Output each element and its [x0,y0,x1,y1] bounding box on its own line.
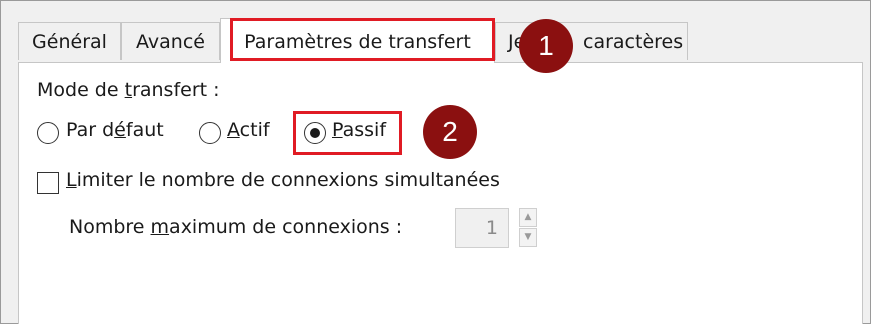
step-marker-2: 2 [423,105,477,159]
radio-default[interactable] [37,122,59,144]
max-connections-input[interactable]: 1 [455,208,509,248]
radio-active-label[interactable]: Actif [227,119,270,141]
tab-advanced[interactable]: Avancé [121,22,220,60]
arrow-up-icon: ▲ [524,212,532,222]
radio-passive-label[interactable]: Passif [332,119,386,141]
spin-up-button[interactable]: ▲ [519,208,537,227]
transfer-mode-label: Mode de transfert : [37,79,220,101]
radio-default-label[interactable]: Par défaut [66,119,164,141]
tab-general[interactable]: Général [18,22,121,60]
step-marker-1: 1 [519,19,573,73]
limit-connections-label[interactable]: Limiter le nombre de connexions simultan… [66,169,500,191]
radio-passive[interactable] [304,122,326,144]
max-connections-label: Nombre maximum de connexions : [69,216,403,238]
tab-panel: Mode de transfert : Par défaut Actif Pas… [18,62,863,324]
dialog-frame: Général Avancé Paramètres de transfert J… [0,0,871,324]
arrow-down-icon: ▼ [524,232,532,242]
tab-transfer-settings[interactable]: Paramètres de transfert [220,18,495,63]
spin-down-button[interactable]: ▼ [519,228,537,247]
radio-active[interactable] [199,122,221,144]
limit-connections-checkbox[interactable] [37,172,59,194]
